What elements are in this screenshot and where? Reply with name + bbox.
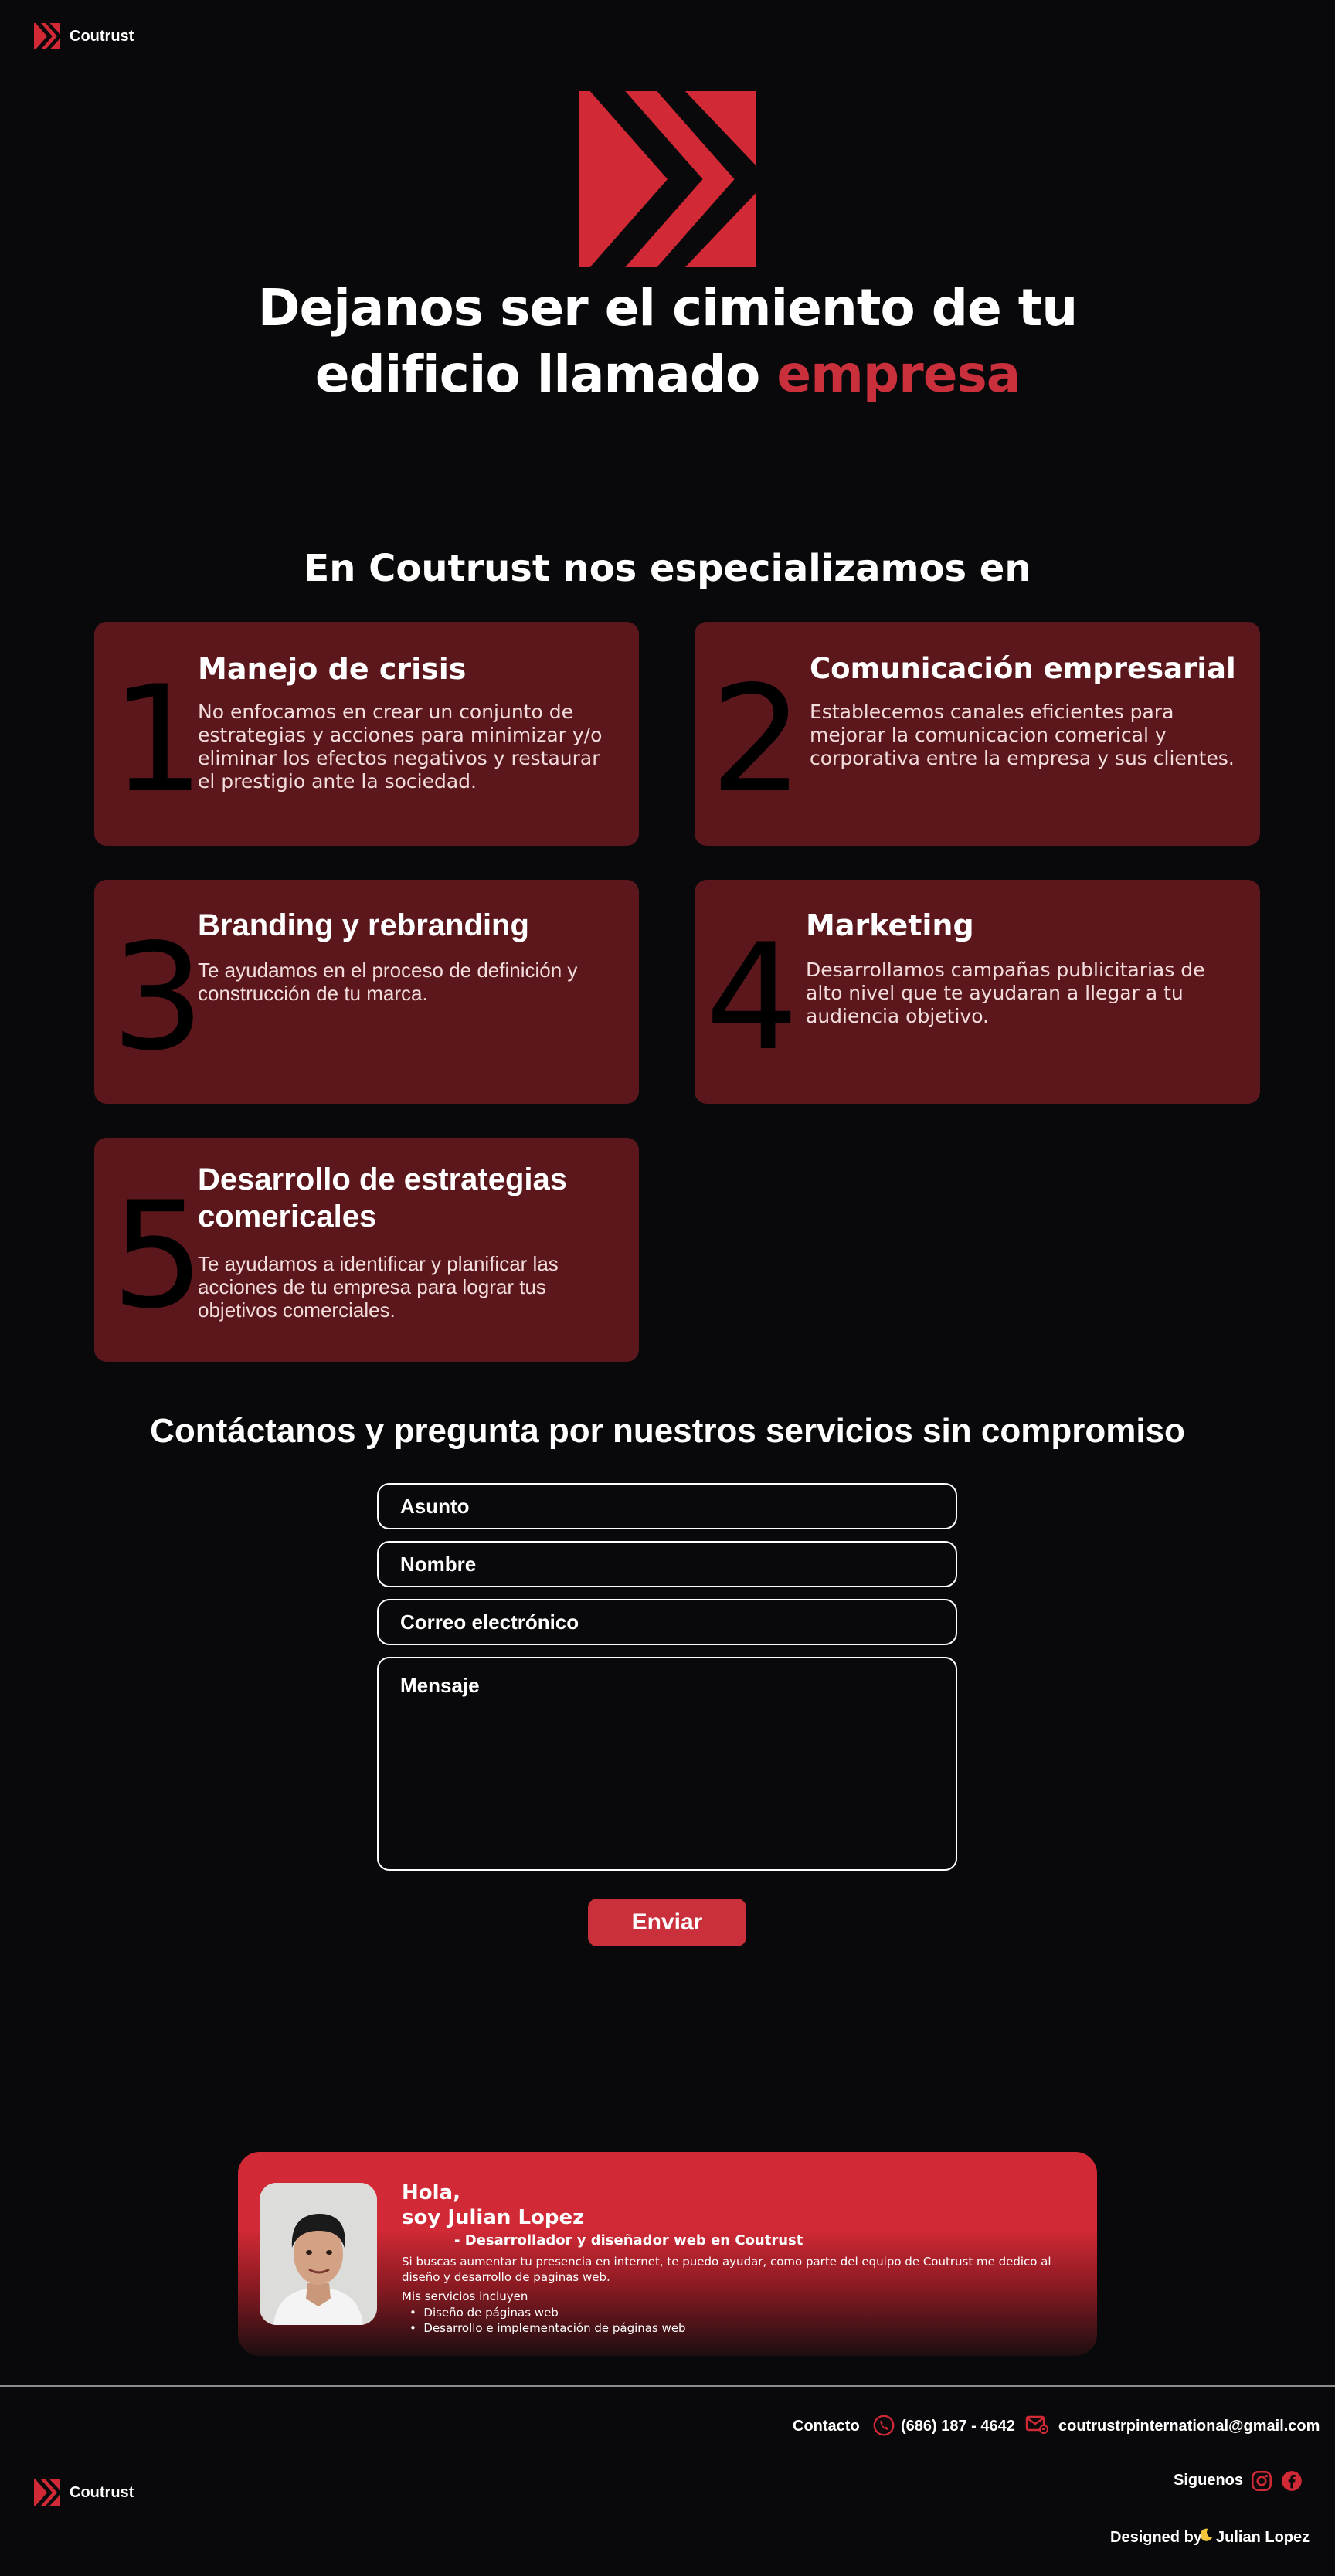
list-item: • Diseño de páginas web [409, 2306, 559, 2320]
header-logo[interactable]: Coutrust [34, 23, 134, 49]
phone-icon [873, 2415, 895, 2436]
moon-icon [1200, 2528, 1212, 2541]
service-title: Branding y rebranding [198, 908, 529, 942]
service-desc: Establecemos canales eficientes para mej… [810, 701, 1235, 769]
footer-follow-label: Siguenos [1174, 2472, 1244, 2489]
service-item-text: Desarrollo e implementación de páginas w… [423, 2321, 686, 2335]
service-card-3: 3 Branding y rebranding Te ayudamos en e… [94, 880, 639, 1104]
service-number: 3 [111, 912, 205, 1083]
profile-services-list: • Diseño de páginas web • Desarrollo e i… [409, 2305, 686, 2336]
profile-bio: Si buscas aumentar tu presencia en inter… [402, 2255, 1051, 2284]
facebook-icon[interactable] [1281, 2470, 1303, 2492]
subject-input[interactable] [377, 1483, 957, 1529]
footer-logo[interactable]: Coutrust [34, 2479, 134, 2506]
hero-title: Dejanos ser el cimiento de tu edificio l… [0, 275, 1335, 408]
profile-services-label: Mis servicios incluyen [402, 2289, 528, 2303]
service-number: 2 [710, 654, 803, 825]
service-number: 5 [111, 1170, 205, 1341]
designed-by-label: Designed by [1110, 2529, 1202, 2546]
service-title: Comunicación empresarial [810, 652, 1236, 685]
avatar [260, 2183, 377, 2325]
message-textarea[interactable] [377, 1657, 957, 1871]
contact-heading: Contáctanos y pregunta por nuestros serv… [150, 1412, 1185, 1450]
footer-phone[interactable]: (686) 187 - 4642 [901, 2418, 1015, 2435]
service-card-4: 4 Marketing Desarrollamos campañas publi… [695, 880, 1260, 1104]
hero-title-accent: empresa [776, 344, 1021, 404]
service-item-text: Diseño de páginas web [423, 2306, 559, 2320]
hero-title-line2: edificio llamado [314, 344, 761, 404]
service-number: 4 [705, 912, 799, 1083]
service-desc: No enfocamos en crear un conjunto de est… [198, 701, 603, 792]
service-desc: Te ayudamos a identificar y planificar l… [198, 1252, 559, 1322]
service-card-1: 1 Manejo de crisis No enfocamos en crear… [94, 622, 639, 846]
email-input[interactable] [377, 1599, 957, 1645]
service-desc: Te ayudamos en el proceso de definición … [198, 959, 578, 1005]
email-icon [1025, 2415, 1048, 2434]
hero-logo-icon [579, 91, 756, 267]
profile-card: Hola, soy Julian Lopez - Desarrollador y… [238, 2152, 1097, 2356]
footer-contact-label: Contacto [793, 2418, 860, 2435]
service-title: Desarrollo de estrategias comericales [198, 1162, 567, 1234]
coutrust-logo-icon [34, 23, 60, 49]
send-button[interactable]: Enviar [588, 1899, 746, 1946]
header-brand-name: Coutrust [70, 27, 134, 45]
instagram-icon[interactable] [1251, 2470, 1272, 2492]
designer-name[interactable]: Julian Lopez [1216, 2529, 1310, 2547]
profile-greeting: Hola, [402, 2181, 460, 2204]
service-number: 1 [111, 654, 205, 825]
profile-name: soy Julian Lopez [402, 2206, 585, 2229]
service-card-2: 2 Comunicación empresarial Establecemos … [695, 622, 1260, 846]
service-desc: Desarrollamos campañas publicitarias de … [806, 959, 1205, 1027]
footer-brand-name: Coutrust [70, 2483, 134, 2501]
hero-title-line1: Dejanos ser el cimiento de tu [257, 278, 1079, 338]
service-card-5: 5 Desarrollo de estrategias comericales … [94, 1138, 639, 1362]
footer-divider [0, 2385, 1335, 2387]
coutrust-logo-icon [34, 2479, 60, 2506]
person-photo-icon [260, 2183, 377, 2325]
service-title: Manejo de crisis [198, 652, 467, 686]
list-item: • Desarrollo e implementación de páginas… [409, 2321, 686, 2335]
name-input[interactable] [377, 1541, 957, 1587]
footer-email[interactable]: coutrustrpinternational@gmail.com [1058, 2418, 1320, 2435]
services-heading: En Coutrust nos especializamos en [304, 547, 1031, 590]
service-title: Marketing [806, 908, 974, 942]
profile-role: - Desarrollador y diseñador web en Coutr… [454, 2232, 803, 2248]
